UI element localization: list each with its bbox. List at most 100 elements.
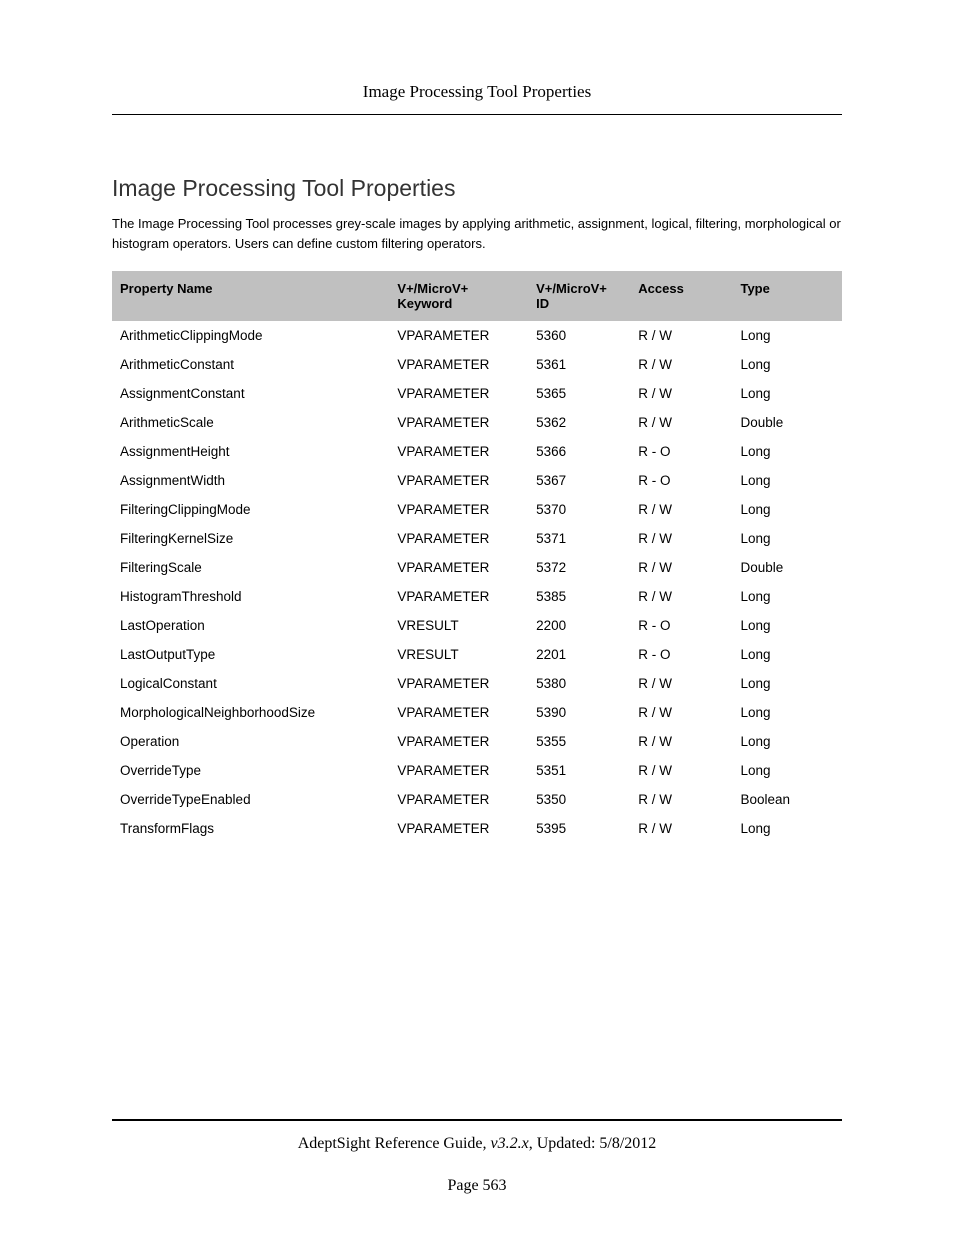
th-access: Access	[630, 271, 732, 321]
footer-updated: , Updated: 5/8/2012	[529, 1135, 657, 1152]
table-row: LastOutputTypeVRESULT2201R - OLong	[112, 640, 842, 669]
cell-name: MorphologicalNeighborhoodSize	[112, 698, 389, 727]
cell-keyword: VPARAMETER	[389, 350, 528, 379]
cell-type: Long	[732, 437, 842, 466]
cell-access: R / W	[630, 582, 732, 611]
section-title: Image Processing Tool Properties	[112, 175, 842, 202]
cell-name: AssignmentHeight	[112, 437, 389, 466]
cell-access: R / W	[630, 350, 732, 379]
properties-table: Property Name V+/MicroV+ Keyword V+/Micr…	[112, 271, 842, 843]
table-row: MorphologicalNeighborhoodSizeVPARAMETER5…	[112, 698, 842, 727]
cell-name: FilteringClippingMode	[112, 495, 389, 524]
table-row: OverrideTypeEnabledVPARAMETER5350R / WBo…	[112, 785, 842, 814]
cell-type: Long	[732, 814, 842, 843]
th-keyword: V+/MicroV+ Keyword	[389, 271, 528, 321]
cell-name: AssignmentWidth	[112, 466, 389, 495]
cell-access: R / W	[630, 524, 732, 553]
cell-keyword: VPARAMETER	[389, 814, 528, 843]
cell-access: R - O	[630, 611, 732, 640]
cell-keyword: VRESULT	[389, 640, 528, 669]
cell-id: 5360	[528, 321, 630, 350]
cell-name: HistogramThreshold	[112, 582, 389, 611]
cell-type: Long	[732, 756, 842, 785]
cell-keyword: VPARAMETER	[389, 321, 528, 350]
table-row: FilteringKernelSizeVPARAMETER5371R / WLo…	[112, 524, 842, 553]
cell-id: 5380	[528, 669, 630, 698]
cell-access: R / W	[630, 756, 732, 785]
cell-keyword: VPARAMETER	[389, 524, 528, 553]
cell-type: Long	[732, 727, 842, 756]
cell-access: R - O	[630, 640, 732, 669]
cell-name: ArithmeticClippingMode	[112, 321, 389, 350]
cell-keyword: VPARAMETER	[389, 379, 528, 408]
cell-id: 2201	[528, 640, 630, 669]
cell-access: R / W	[630, 379, 732, 408]
cell-id: 5351	[528, 756, 630, 785]
footer-guide-line: AdeptSight Reference Guide, v3.2.x, Upda…	[112, 1135, 842, 1153]
cell-id: 5385	[528, 582, 630, 611]
cell-id: 5350	[528, 785, 630, 814]
cell-access: R / W	[630, 321, 732, 350]
cell-id: 5390	[528, 698, 630, 727]
table-row: AssignmentHeightVPARAMETER5366R - OLong	[112, 437, 842, 466]
table-row: OverrideTypeVPARAMETER5351R / WLong	[112, 756, 842, 785]
cell-access: R / W	[630, 814, 732, 843]
cell-type: Long	[732, 466, 842, 495]
cell-id: 5371	[528, 524, 630, 553]
table-row: ArithmeticClippingModeVPARAMETER5360R / …	[112, 321, 842, 350]
cell-access: R / W	[630, 408, 732, 437]
table-row: FilteringClippingModeVPARAMETER5370R / W…	[112, 495, 842, 524]
table-row: AssignmentWidthVPARAMETER5367R - OLong	[112, 466, 842, 495]
cell-keyword: VPARAMETER	[389, 495, 528, 524]
cell-name: LastOutputType	[112, 640, 389, 669]
cell-name: OverrideType	[112, 756, 389, 785]
cell-name: LastOperation	[112, 611, 389, 640]
cell-name: Operation	[112, 727, 389, 756]
table-row: AssignmentConstantVPARAMETER5365R / WLon…	[112, 379, 842, 408]
cell-type: Boolean	[732, 785, 842, 814]
cell-id: 2200	[528, 611, 630, 640]
cell-keyword: VPARAMETER	[389, 727, 528, 756]
cell-access: R / W	[630, 727, 732, 756]
cell-type: Long	[732, 524, 842, 553]
table-row: ArithmeticConstantVPARAMETER5361R / WLon…	[112, 350, 842, 379]
cell-id: 5395	[528, 814, 630, 843]
page-footer: AdeptSight Reference Guide, v3.2.x, Upda…	[112, 1119, 842, 1195]
cell-name: LogicalConstant	[112, 669, 389, 698]
table-header-row: Property Name V+/MicroV+ Keyword V+/Micr…	[112, 271, 842, 321]
table-row: HistogramThresholdVPARAMETER5385R / WLon…	[112, 582, 842, 611]
cell-type: Long	[732, 698, 842, 727]
th-id: V+/MicroV+ ID	[528, 271, 630, 321]
cell-access: R / W	[630, 698, 732, 727]
section-intro: The Image Processing Tool processes grey…	[112, 214, 842, 253]
cell-access: R / W	[630, 553, 732, 582]
cell-type: Long	[732, 350, 842, 379]
footer-guide-name: AdeptSight Reference Guide	[298, 1135, 483, 1152]
th-property-name: Property Name	[112, 271, 389, 321]
cell-access: R - O	[630, 466, 732, 495]
cell-name: ArithmeticScale	[112, 408, 389, 437]
cell-id: 5372	[528, 553, 630, 582]
page: Image Processing Tool Properties Image P…	[0, 0, 954, 1235]
cell-access: R / W	[630, 669, 732, 698]
table-row: OperationVPARAMETER5355R / WLong	[112, 727, 842, 756]
table-row: LogicalConstantVPARAMETER5380R / WLong	[112, 669, 842, 698]
cell-type: Long	[732, 321, 842, 350]
table-row: FilteringScaleVPARAMETER5372R / WDouble	[112, 553, 842, 582]
cell-id: 5365	[528, 379, 630, 408]
cell-name: ArithmeticConstant	[112, 350, 389, 379]
cell-type: Double	[732, 408, 842, 437]
table-row: TransformFlagsVPARAMETER5395R / WLong	[112, 814, 842, 843]
cell-access: R - O	[630, 437, 732, 466]
cell-keyword: VPARAMETER	[389, 437, 528, 466]
cell-type: Long	[732, 669, 842, 698]
cell-keyword: VPARAMETER	[389, 466, 528, 495]
cell-name: OverrideTypeEnabled	[112, 785, 389, 814]
cell-keyword: VPARAMETER	[389, 785, 528, 814]
cell-keyword: VPARAMETER	[389, 582, 528, 611]
cell-keyword: VPARAMETER	[389, 408, 528, 437]
cell-type: Long	[732, 640, 842, 669]
footer-page-number: Page 563	[112, 1177, 842, 1195]
cell-id: 5355	[528, 727, 630, 756]
cell-type: Long	[732, 582, 842, 611]
